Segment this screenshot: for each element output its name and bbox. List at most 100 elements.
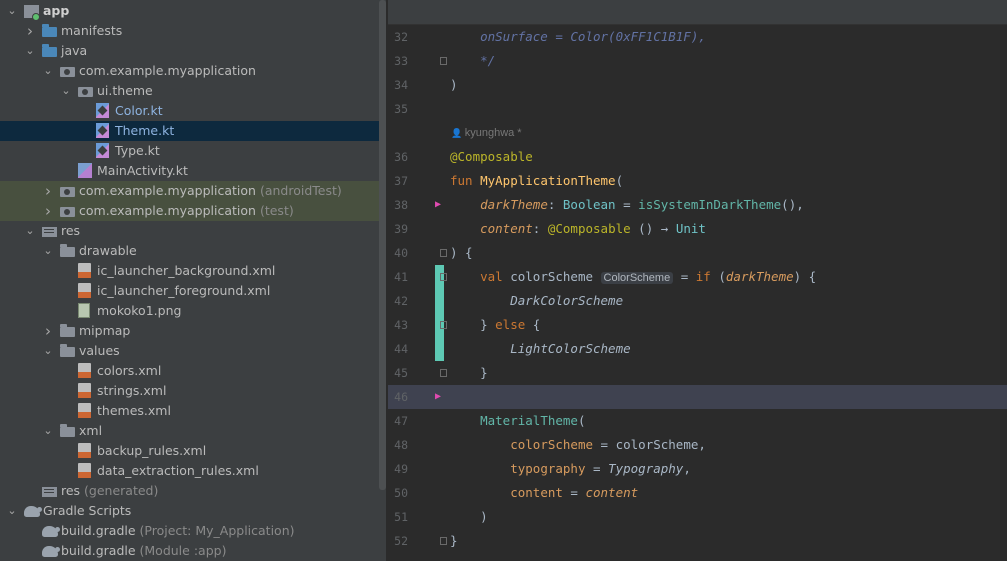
code-token: }	[450, 365, 488, 380]
code-text: colorScheme = colorScheme,	[450, 433, 706, 457]
tree-item[interactable]: mokoko1.png	[0, 301, 379, 321]
code-line[interactable]: 36 @Composable	[388, 145, 1007, 169]
chevron-right-icon[interactable]: ›	[42, 181, 54, 201]
fold-icon[interactable]	[440, 321, 447, 329]
code-token: colorScheme	[510, 437, 594, 452]
code-line[interactable]: 47 MaterialTheme(	[388, 409, 1007, 433]
code-line[interactable]: 37 fun MyApplicationTheme(	[388, 169, 1007, 193]
code-line[interactable]: 39 content: @Composable () → Unit	[388, 217, 1007, 241]
fold-icon[interactable]	[440, 537, 447, 545]
tree-item[interactable]: MainActivity.kt	[0, 161, 379, 181]
chevron-right-icon[interactable]: ›	[42, 201, 54, 221]
tree-item[interactable]: ⌄ values	[0, 341, 379, 361]
tree-item[interactable]: ⌄ drawable	[0, 241, 379, 261]
image-file-icon	[78, 303, 90, 318]
code-token: =	[673, 269, 696, 284]
tree-item[interactable]: res (generated)	[0, 481, 379, 501]
chevron-down-icon[interactable]: ⌄	[24, 41, 36, 61]
code-line[interactable]: 52}	[388, 529, 1007, 553]
tree-item[interactable]: ⌄ res	[0, 221, 379, 241]
tree-item[interactable]: › com.example.myapplication (androidTest)	[0, 181, 379, 201]
code-line[interactable]: 46 ▶	[388, 385, 1007, 409]
tree-item-label: com.example.myapplication	[79, 61, 256, 81]
code-token: isSystemInDarkTheme	[638, 197, 782, 212]
tree-item[interactable]: › com.example.myapplication (test)	[0, 201, 379, 221]
tree-item[interactable]: Theme.kt	[0, 121, 379, 141]
tree-item[interactable]: colors.xml	[0, 361, 379, 381]
code-line[interactable]: 42 DarkColorScheme	[388, 289, 1007, 313]
tree-item[interactable]: build.gradle (Module :app)	[0, 541, 379, 561]
tree-item[interactable]: build.gradle (Project: My_Application)	[0, 521, 379, 541]
code-line[interactable]: 👤 kyunghwa *	[388, 121, 1007, 145]
vcs-change-marker[interactable]	[435, 337, 444, 361]
tree-item[interactable]: themes.xml	[0, 401, 379, 421]
fold-icon[interactable]	[440, 273, 447, 281]
code-line[interactable]: 38 ▶ darkTheme: Boolean = isSystemInDarkT…	[388, 193, 1007, 217]
author-hint[interactable]: 👤 kyunghwa *	[451, 121, 522, 145]
chevron-right-icon[interactable]: ›	[24, 21, 36, 41]
tree-item[interactable]: ⌄ ui.theme	[0, 81, 379, 101]
code-token: MyApplicationTheme	[480, 173, 616, 188]
chevron-down-icon[interactable]: ⌄	[6, 501, 18, 521]
chevron-right-icon[interactable]: ›	[42, 321, 54, 341]
tree-item[interactable]: data_extraction_rules.xml	[0, 461, 379, 481]
xml-file-icon	[78, 403, 91, 418]
type-inlay-hint[interactable]: ColorScheme	[600, 272, 674, 284]
chevron-down-icon[interactable]: ⌄	[6, 1, 18, 21]
tree-item[interactable]: ic_launcher_background.xml	[0, 261, 379, 281]
tree-scrollbar[interactable]	[379, 0, 386, 490]
line-number: 44	[394, 342, 408, 356]
code-line[interactable]: 34)	[388, 73, 1007, 97]
fold-icon[interactable]	[440, 369, 447, 377]
code-line[interactable]: 45 }	[388, 361, 1007, 385]
code-token: darkTheme	[480, 197, 548, 212]
code-token: LightColorScheme	[510, 341, 631, 356]
chevron-down-icon[interactable]: ⌄	[42, 241, 54, 261]
breakpoint-arrow-icon[interactable]: ▶	[435, 385, 441, 409]
code-line[interactable]: 49 typography = Typography,	[388, 457, 1007, 481]
tree-item[interactable]: strings.xml	[0, 381, 379, 401]
code-line[interactable]: 50 content = content	[388, 481, 1007, 505]
tree-item-label: Gradle Scripts	[43, 501, 131, 521]
code-line[interactable]: 40) {	[388, 241, 1007, 265]
tree-item-name: mokoko1.png	[97, 303, 182, 318]
tree-item[interactable]: ⌄ Gradle Scripts	[0, 501, 379, 521]
chevron-down-icon[interactable]: ⌄	[42, 341, 54, 361]
folder-icon	[60, 244, 75, 257]
line-number: 33	[394, 54, 408, 68]
tree-item[interactable]: Type.kt	[0, 141, 379, 161]
tree-item[interactable]: › manifests	[0, 21, 379, 41]
code-editor[interactable]: 32 onSurface = Color(0xFF1C1B1F), 33 */34…	[388, 0, 1007, 561]
tree-item[interactable]: ⌄ app	[0, 1, 379, 21]
chevron-down-icon[interactable]: ⌄	[42, 61, 54, 81]
tree-item[interactable]: backup_rules.xml	[0, 441, 379, 461]
vcs-change-marker[interactable]	[435, 289, 444, 313]
code-line[interactable]: 32 onSurface = Color(0xFF1C1B1F),	[388, 25, 1007, 49]
code-line[interactable]: 43 } else {	[388, 313, 1007, 337]
tree-item[interactable]: Color.kt	[0, 101, 379, 121]
chevron-down-icon[interactable]: ⌄	[60, 81, 72, 101]
tree-item[interactable]: ⌄ java	[0, 41, 379, 61]
breakpoint-arrow-icon[interactable]: ▶	[435, 193, 441, 217]
code-line[interactable]: 44 LightColorScheme	[388, 337, 1007, 361]
code-line[interactable]: 41 val colorScheme ColorScheme = if (dar…	[388, 265, 1007, 289]
tree-item[interactable]: ic_launcher_foreground.xml	[0, 281, 379, 301]
code-line[interactable]: 48 colorScheme = colorScheme,	[388, 433, 1007, 457]
xml-file-icon	[78, 363, 91, 378]
chevron-down-icon[interactable]: ⌄	[42, 421, 54, 441]
tree-item-name: Type.kt	[115, 143, 160, 158]
fold-icon[interactable]	[440, 57, 447, 65]
code-token: {	[525, 317, 541, 332]
code-line[interactable]: 35	[388, 97, 1007, 121]
tree-item[interactable]: › mipmap	[0, 321, 379, 341]
code-line[interactable]: 33 */	[388, 49, 1007, 73]
tree-item-label: Type.kt	[115, 141, 160, 161]
fold-icon[interactable]	[440, 249, 447, 257]
code-text: */	[450, 49, 495, 73]
code-line[interactable]: 51 )	[388, 505, 1007, 529]
code-token: ) {	[793, 269, 817, 284]
tree-item[interactable]: ⌄ xml	[0, 421, 379, 441]
tree-item[interactable]: ⌄ com.example.myapplication	[0, 61, 379, 81]
chevron-down-icon[interactable]: ⌄	[24, 221, 36, 241]
